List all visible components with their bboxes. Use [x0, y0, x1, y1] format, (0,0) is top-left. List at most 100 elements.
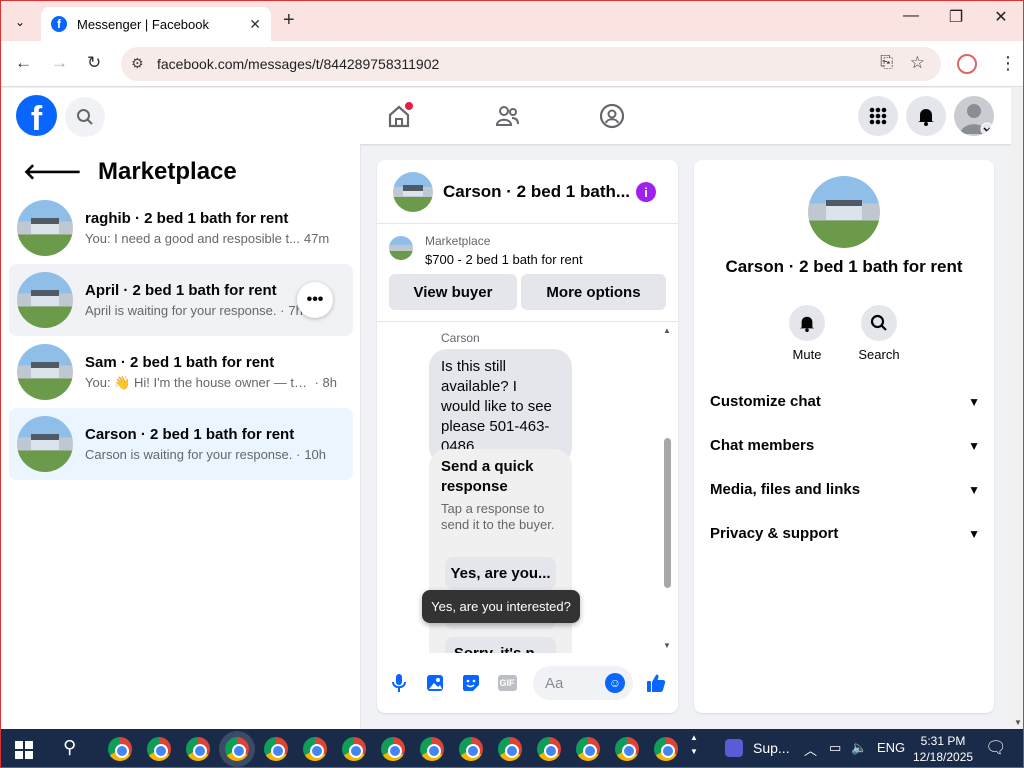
chrome-icon[interactable] [264, 737, 288, 761]
scroll-down-icon[interactable]: ▼ [663, 641, 671, 650]
maximize-button[interactable]: ❐ [936, 7, 976, 27]
quick-reply-button[interactable]: Sorry, it's n... [445, 637, 556, 653]
section-label: Customize chat [710, 393, 821, 410]
conversation-item[interactable]: Carson · 2 bed 1 bath for rent Carson is… [9, 408, 353, 480]
chrome-icon[interactable] [303, 737, 327, 761]
clock[interactable]: 5:31 PM 12/18/2025 [913, 733, 973, 765]
quick-response-desc: Tap a response to send it to the buyer. [441, 501, 555, 532]
account-avatar[interactable] [954, 96, 994, 136]
media-files-links-row[interactable]: Media, files and links ▼ [710, 481, 980, 498]
new-tab-button[interactable]: + [283, 9, 295, 32]
thumbs-up-icon[interactable] [645, 672, 667, 694]
notification-center-icon[interactable]: 🗨 [985, 738, 1007, 758]
chat-members-row[interactable]: Chat members ▼ [710, 437, 980, 454]
taskbar-app-support[interactable]: Sup... [725, 739, 790, 757]
profile-icon[interactable] [957, 54, 977, 74]
chrome-icon[interactable] [498, 737, 522, 761]
chrome-icon[interactable] [576, 737, 600, 761]
tab-search-button[interactable]: ⌄ [9, 11, 31, 33]
chat-title[interactable]: Carson · 2 bed 1 bath... [443, 182, 633, 202]
scroll-thumb[interactable] [664, 438, 671, 588]
chrome-icon[interactable] [420, 737, 444, 761]
gif-label: GIF [497, 675, 517, 691]
chevron-down-icon: ▼ [968, 394, 980, 409]
search-icon [870, 314, 887, 331]
message-scrollbar[interactable]: ▲ ▼ [662, 326, 672, 650]
chat-thumbnail[interactable] [393, 171, 433, 212]
chat-details-panel: Carson · 2 bed 1 bath for rent Mute Sear… [694, 160, 994, 713]
chrome-icon[interactable] [108, 737, 132, 761]
tab-close-icon[interactable]: ✕ [249, 16, 261, 33]
forward-button[interactable]: → [51, 53, 68, 73]
info-icon[interactable]: i [636, 182, 656, 202]
conversation-item[interactable]: Sam · 2 bed 1 bath for rent You: 👋 Hi! I… [9, 336, 353, 408]
menu-button[interactable] [858, 96, 898, 136]
mute-action[interactable]: Mute [777, 305, 837, 362]
friends-nav-button[interactable] [493, 102, 521, 130]
chrome-icon[interactable] [615, 737, 639, 761]
profile-silhouette-icon [960, 104, 994, 136]
minimize-button[interactable]: — [891, 7, 931, 25]
taskbar-search-icon[interactable]: ⚲ [63, 737, 76, 758]
conversation-title: Sam · 2 bed 1 bath for rent [85, 353, 275, 371]
search-button[interactable] [65, 97, 105, 137]
chrome-icon[interactable] [342, 737, 366, 761]
notifications-button[interactable] [906, 96, 946, 136]
close-window-button[interactable]: ✕ [981, 7, 1021, 27]
sidebar-header: 🡐 Marketplace [23, 158, 237, 186]
volume-icon[interactable]: 🔈 [851, 740, 867, 756]
customize-chat-row[interactable]: Customize chat ▼ [710, 393, 980, 410]
bookmark-star-icon[interactable]: ☆ [910, 53, 925, 73]
chrome-icon[interactable] [459, 737, 483, 761]
scroll-up-icon[interactable]: ▲ [663, 326, 671, 335]
chevron-down-icon: ▼ [968, 526, 980, 541]
page-scrollbar[interactable]: ▼ [1011, 88, 1023, 729]
microphone-icon[interactable] [388, 672, 410, 694]
install-app-icon[interactable]: ⎘ [880, 54, 893, 72]
chrome-icon[interactable] [186, 737, 210, 761]
message-composer: GIF Aa ☺ [377, 660, 678, 708]
chrome-icon[interactable] [654, 737, 678, 761]
app-icon [725, 739, 743, 757]
groups-nav-button[interactable] [598, 102, 626, 130]
back-arrow-icon[interactable]: 🡐 [23, 159, 82, 185]
tab-title: Messenger | Facebook [77, 16, 209, 32]
privacy-support-row[interactable]: Privacy & support ▼ [710, 525, 980, 542]
listing-price: $700 - 2 bed 1 bath for rent [425, 252, 583, 267]
search-action[interactable]: Search [849, 305, 909, 362]
windows-start-icon[interactable] [15, 741, 33, 759]
reload-button[interactable]: ↻ [87, 53, 101, 73]
url-bar[interactable]: ⚙ facebook.com/messages/t/84428975831190… [121, 47, 941, 81]
more-options-button[interactable]: More options [521, 274, 666, 310]
sticker-icon[interactable] [460, 672, 482, 694]
scroll-down-icon[interactable]: ▼ [1014, 718, 1022, 727]
quick-response-heading: Send a quick response [441, 458, 534, 495]
browser-tab[interactable]: f Messenger | Facebook ✕ [41, 7, 271, 41]
url-text: facebook.com/messages/t/844289758311902 [157, 56, 440, 72]
chrome-icon[interactable] [537, 737, 561, 761]
back-button[interactable]: ← [15, 53, 32, 73]
tray-chevron-icon[interactable]: ︿ [804, 740, 817, 759]
conversation-item[interactable]: April · 2 bed 1 bath for rent April is w… [9, 264, 353, 336]
conversation-item[interactable]: raghib · 2 bed 1 bath for rent You: I ne… [9, 192, 353, 264]
chrome-icon[interactable] [381, 737, 405, 761]
home-nav-button[interactable] [385, 102, 413, 130]
photo-icon[interactable] [424, 672, 446, 694]
gif-icon[interactable]: GIF [496, 672, 518, 694]
message-input[interactable]: Aa ☺ [533, 666, 633, 700]
tray-meet-icon[interactable]: ▭ [829, 740, 841, 756]
chat-header: Carson · 2 bed 1 bath... i [377, 160, 678, 224]
clock-date: 12/18/2025 [913, 750, 974, 764]
conversation-options-button[interactable]: ••• [297, 282, 333, 318]
quick-reply-tooltip: Yes, are you interested? [422, 590, 580, 623]
view-buyer-button[interactable]: View buyer [389, 274, 517, 310]
taskbar-scroll-icon[interactable]: ▲ ▼ [689, 731, 699, 759]
quick-reply-button[interactable]: Yes, are you... [445, 557, 556, 589]
facebook-logo-icon[interactable]: f [16, 95, 57, 136]
language-indicator[interactable]: ENG [877, 740, 905, 755]
browser-menu-icon[interactable]: ⋮ [999, 53, 1017, 74]
site-info-icon[interactable]: ⚙ [131, 55, 144, 72]
chrome-icon[interactable] [147, 737, 171, 761]
chrome-icon[interactable] [225, 737, 249, 761]
emoji-icon[interactable]: ☺ [605, 673, 625, 693]
